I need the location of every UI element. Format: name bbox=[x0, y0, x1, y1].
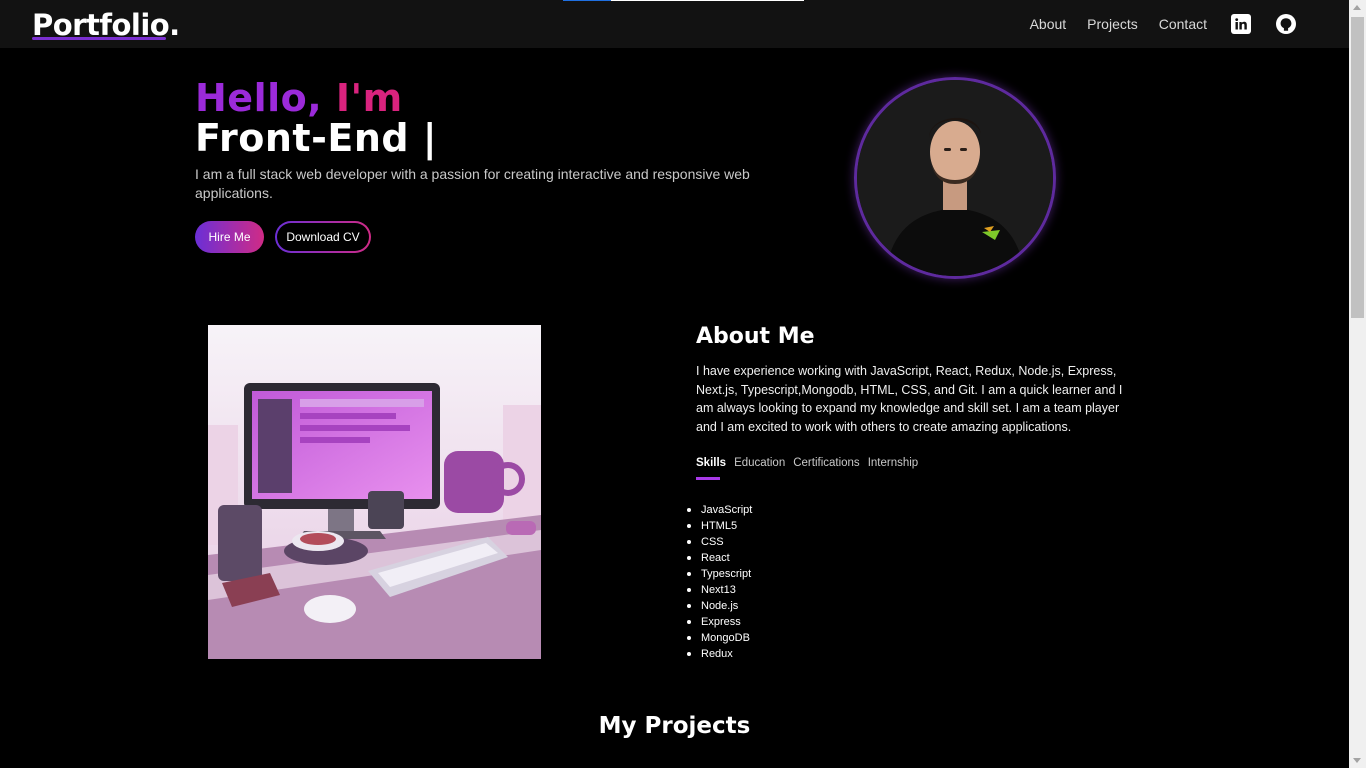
nav-link-contact[interactable]: Contact bbox=[1159, 16, 1207, 32]
linkedin-icon[interactable] bbox=[1231, 14, 1251, 34]
desk-setup-illustration bbox=[208, 325, 541, 659]
hero-role: Front-End | bbox=[195, 116, 438, 160]
hero-greeting: Hello, I'm bbox=[195, 76, 403, 120]
logo-underline bbox=[32, 37, 166, 40]
list-item: Next13 bbox=[686, 582, 752, 598]
download-cv-button[interactable]: Download CV bbox=[275, 221, 371, 253]
tab-internship[interactable]: Internship bbox=[868, 457, 919, 469]
navbar: Portfolio. About Projects Contact bbox=[0, 0, 1349, 48]
tab-education[interactable]: Education bbox=[734, 457, 785, 469]
hero-im-text: I'm bbox=[322, 76, 403, 120]
list-item: Node.js bbox=[686, 598, 752, 614]
about-tabs: Skills Education Certifications Internsh… bbox=[696, 457, 918, 469]
hero-hello-text: Hello, bbox=[195, 76, 323, 120]
skills-list: JavaScript HTML5 CSS React Typescript Ne… bbox=[686, 502, 753, 662]
nav-link-projects[interactable]: Projects bbox=[1087, 16, 1138, 32]
about-description: I have experience working with JavaScrip… bbox=[696, 364, 1123, 434]
about-title: About Me bbox=[696, 324, 815, 349]
list-item: HTML5 bbox=[686, 518, 752, 534]
list-item: Typescript bbox=[686, 568, 752, 580]
list-item: Express bbox=[686, 614, 752, 630]
scroll-progress-bar bbox=[563, 0, 804, 1]
hire-me-button[interactable]: Hire Me bbox=[195, 221, 264, 253]
list-item: CSS bbox=[686, 534, 752, 550]
tab-skills[interactable]: Skills bbox=[696, 457, 726, 469]
scroll-up-arrow-icon[interactable] bbox=[1353, 5, 1361, 10]
list-item: React bbox=[686, 550, 752, 566]
page: Portfolio. About Projects Contact Hello,… bbox=[0, 0, 1349, 768]
projects-title: My Projects bbox=[598, 713, 751, 739]
scroll-progress-fill bbox=[563, 0, 612, 1]
list-item: JavaScript bbox=[686, 504, 753, 516]
profile-avatar bbox=[854, 77, 1056, 279]
github-glyph bbox=[1276, 14, 1296, 34]
list-item: MongoDB bbox=[686, 630, 752, 646]
scroll-down-arrow-icon[interactable] bbox=[1353, 758, 1361, 763]
nav-link-about[interactable]: About bbox=[1030, 16, 1067, 32]
linkedin-glyph bbox=[1235, 18, 1247, 30]
active-tab-indicator bbox=[696, 477, 720, 480]
scroll-thumb[interactable] bbox=[1351, 17, 1364, 318]
hero-description: I am a full stack web developer with a p… bbox=[195, 166, 750, 201]
page-scrollbar[interactable] bbox=[1349, 0, 1366, 768]
github-icon[interactable] bbox=[1275, 13, 1297, 35]
nav-links: About Projects Contact bbox=[1030, 0, 1297, 48]
profile-photo bbox=[857, 80, 1053, 276]
list-item: Redux bbox=[686, 646, 752, 662]
about-illustration bbox=[208, 325, 541, 659]
tab-certifications[interactable]: Certifications bbox=[793, 457, 859, 469]
